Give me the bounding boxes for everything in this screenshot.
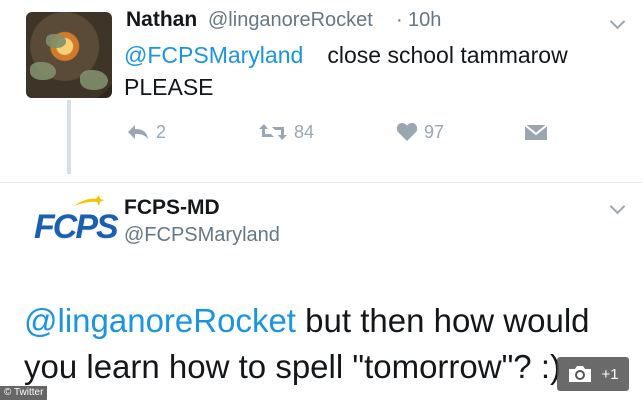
avatar-fcps-logo[interactable]: FCPS [30,192,119,248]
tweet1-author-name[interactable]: Nathan [126,8,197,32]
tweet1-more-chevron-icon[interactable] [609,13,626,30]
avatar-leaf-shape [30,62,56,80]
tweet1-text-line2: PLEASE [124,74,214,100]
avatar-leaf-shape [46,34,66,48]
photo-gallery-badge[interactable]: +1 [557,357,629,391]
heart-icon [396,123,418,141]
tweet1-timestamp[interactable]: 10h [408,9,441,32]
tweet1-text-line1: close school tammarow [321,42,568,68]
tweet2-more-chevron-icon[interactable] [609,198,626,215]
tweet-nathan: Nathan @linganoreRocket · 10h @FCPSMaryl… [0,0,642,182]
tweet1-separator: · [396,9,403,31]
like-count: 97 [424,121,445,142]
retweet-button[interactable]: 84 [258,120,314,144]
tweet1-mention-link[interactable]: @FCPSMaryland [124,42,303,69]
tweet2-author-name[interactable]: FCPS-MD [124,196,220,220]
direct-message-button[interactable] [524,120,554,144]
camera-icon [569,366,592,382]
like-button[interactable]: 97 [396,120,444,144]
retweet-count: 84 [294,121,315,142]
tweet2-author-handle[interactable]: @FCPSMaryland [124,224,280,247]
avatar-nathan[interactable] [26,12,112,98]
photo-count: +1 [601,365,619,383]
thread-connector-line [67,100,71,174]
tweet1-author-handle[interactable]: @linganoreRocket [208,9,373,32]
tweet-divider [0,182,642,183]
reply-button[interactable]: 2 [126,120,166,144]
reply-count: 2 [156,121,167,142]
avatar-leaf-shape [80,70,108,90]
image-credit: © Twitter [0,386,48,400]
star-swoosh-icon [74,195,104,206]
tweet2-body: @linganoreRocket but then how would you … [24,298,604,390]
tweet2-mention-link[interactable]: @linganoreRocket [24,302,296,339]
reply-icon [128,125,148,139]
fcps-logo-text: FCPS [34,208,119,246]
retweet-icon [259,124,287,140]
envelope-icon [524,124,548,140]
